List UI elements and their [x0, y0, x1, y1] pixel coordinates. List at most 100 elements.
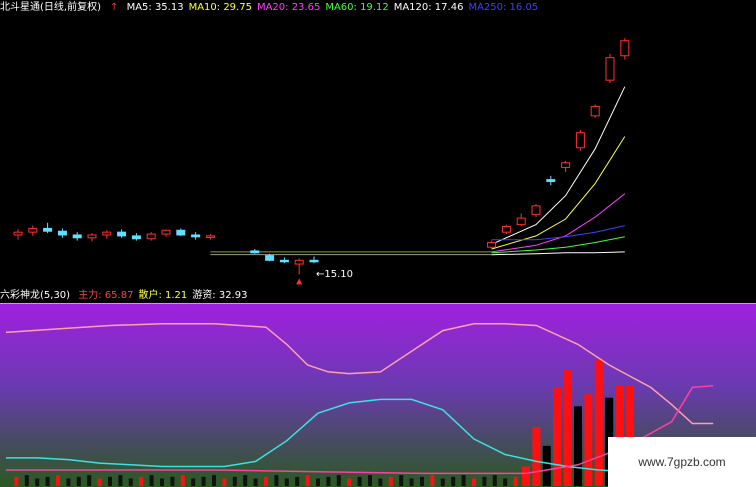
- indicator-small-bar: [378, 478, 383, 486]
- arrow-up-icon: ↑: [109, 2, 119, 13]
- indicator-small-bar: [170, 476, 175, 486]
- candle-body: [57, 230, 67, 236]
- candle-body: [28, 227, 38, 233]
- indicator-small-bar: [66, 478, 71, 486]
- indicator-small-bar: [212, 475, 216, 486]
- candle-body: [620, 40, 630, 57]
- candle-body: [531, 205, 541, 215]
- indicator-title: 六彩神龙(5,30): [0, 290, 71, 301]
- candle-body: [13, 231, 23, 236]
- low-price-label: ←15.10: [316, 269, 354, 280]
- ma-legend-item-1: MA10: 29.75: [188, 2, 252, 13]
- watermark: www.7gpzb.com: [608, 437, 756, 487]
- candle-body: [176, 229, 186, 236]
- indicator-small-bar: [440, 478, 445, 486]
- indicator-bar: [532, 426, 541, 486]
- indicator-small-bar: [149, 475, 154, 486]
- ma-legend-item-5: MA250: 16.05: [468, 2, 539, 13]
- indicator-small-bar: [97, 478, 102, 486]
- indicator-small-bar: [24, 475, 29, 486]
- candle-body: [516, 217, 526, 226]
- indicator-small-bar: [14, 476, 19, 486]
- indicator-small-bar: [399, 475, 404, 486]
- candle-body: [605, 57, 615, 81]
- indicator-small-bar: [430, 475, 435, 486]
- indicator-small-bar: [284, 478, 289, 486]
- indicator-small-bar: [139, 476, 144, 486]
- candle-body: [117, 231, 127, 237]
- candle-body: [131, 235, 141, 240]
- candle-body: [546, 179, 556, 182]
- main-legend: 北斗星通(日线,前复权) ↑ MA5: 35.13 MA10: 29.75 MA20:…: [0, 1, 543, 15]
- candle-body: [501, 226, 511, 233]
- indicator-legend-item-1: 散户: 1.21: [138, 290, 188, 301]
- candle-body: [43, 227, 53, 232]
- indicator-small-bar: [513, 476, 518, 486]
- indicator-small-bar: [264, 476, 268, 486]
- indicator-small-bar: [160, 478, 164, 486]
- indicator-legend: 六彩神龙(5,30) 主力: 65.87 散户: 1.21 游资: 32.93: [0, 289, 252, 303]
- indicator-small-bar: [357, 476, 362, 486]
- indicator-small-bar: [368, 475, 372, 486]
- indicator-small-bar: [76, 476, 81, 486]
- indicator-small-bar: [472, 478, 476, 486]
- indicator-bar: [584, 394, 593, 486]
- candle-body: [161, 229, 171, 235]
- indicator-small-bar: [336, 475, 341, 486]
- ma-legend-item-3: MA60: 19.12: [325, 2, 389, 13]
- indicator-small-bar: [305, 475, 310, 486]
- candle-body: [487, 241, 497, 248]
- candle-body: [279, 259, 289, 263]
- indicator-bar: [574, 406, 582, 486]
- indicator-small-bar: [326, 476, 331, 486]
- candle-body: [250, 250, 260, 254]
- indicator-bar: [563, 370, 572, 486]
- indicator-small-bar: [316, 478, 320, 486]
- candle-body: [191, 234, 201, 238]
- candle-body: [146, 233, 156, 240]
- candle-body: [590, 105, 600, 117]
- indicator-bar: [553, 387, 562, 486]
- ma-legend-item-2: MA20: 23.65: [256, 2, 321, 13]
- indicator-bar: [542, 445, 551, 486]
- indicator-small-bar: [461, 475, 466, 486]
- candle-body: [87, 234, 97, 239]
- candle-body: [561, 162, 571, 168]
- indicator-small-bar: [191, 478, 196, 486]
- indicator-small-bar: [420, 476, 424, 486]
- indicator-small-bar: [492, 475, 497, 486]
- indicator-small-bar: [35, 478, 40, 486]
- indicator-small-bar: [274, 475, 279, 486]
- indicator-small-bar: [451, 476, 456, 486]
- candle-body: [575, 132, 585, 149]
- candle-body: [309, 259, 319, 263]
- indicator-small-bar: [482, 476, 487, 486]
- candle-body: [205, 235, 215, 238]
- indicator-small-bar: [388, 476, 393, 486]
- ma-legend-item-0: MA5: 35.13: [126, 2, 184, 13]
- indicator-bar: [594, 359, 603, 486]
- indicator-small-bar: [503, 478, 508, 486]
- indicator-small-bar: [222, 478, 227, 486]
- chart-canvas: [0, 0, 756, 487]
- indicator-small-bar: [180, 475, 185, 486]
- indicator-small-bar: [118, 475, 123, 486]
- indicator-small-bar: [128, 478, 133, 486]
- indicator-small-bar: [87, 475, 92, 486]
- candle-body: [265, 255, 275, 261]
- indicator-small-bar: [295, 476, 300, 486]
- candle-body: [294, 259, 304, 265]
- indicator-small-bar: [253, 478, 258, 486]
- indicator-bar: [522, 466, 530, 486]
- indicator-small-bar: [201, 476, 206, 486]
- indicator-small-bar: [45, 476, 50, 486]
- main-chart-bg: [0, 0, 756, 288]
- ma-legend-item-4: MA120: 17.46: [393, 2, 464, 13]
- indicator-legend-item-0: 主力: 65.87: [78, 290, 134, 301]
- candle-body: [102, 231, 112, 236]
- indicator-small-bar: [409, 478, 414, 486]
- indicator-small-bar: [243, 475, 248, 486]
- indicator-small-bar: [56, 475, 60, 486]
- indicator-small-bar: [232, 476, 237, 486]
- indicator-small-bar: [347, 478, 352, 486]
